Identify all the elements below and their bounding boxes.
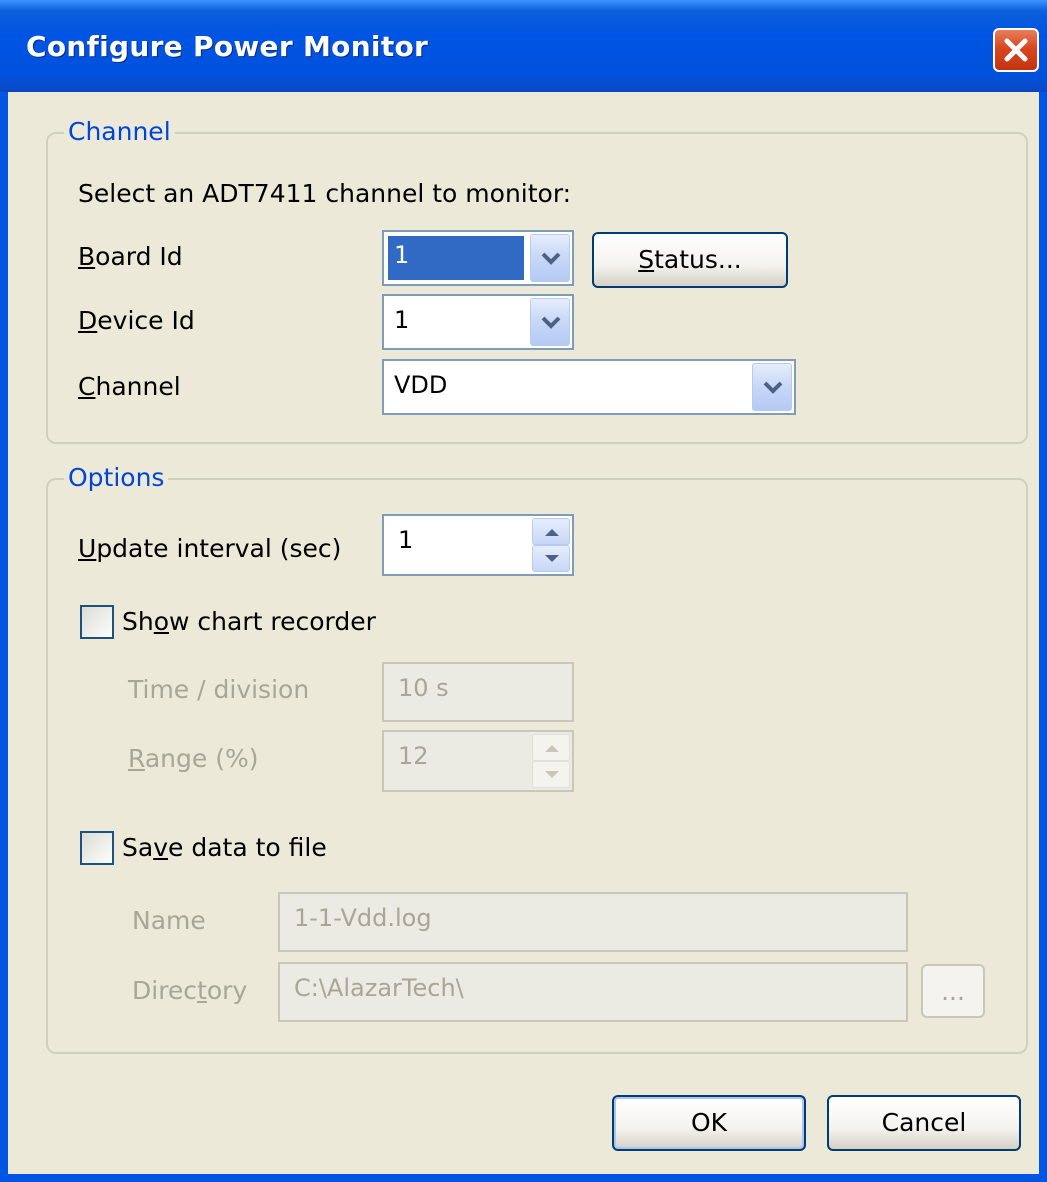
chevron-up-icon	[545, 744, 559, 752]
show-chart-label[interactable]: Show chart recorder	[122, 607, 376, 636]
update-interval-label: Update interval (sec)	[78, 534, 342, 563]
show-chart-checkbox[interactable]	[80, 605, 114, 639]
browse-button: ...	[921, 964, 985, 1018]
dialog-window: Configure Power Monitor Channel Select a…	[0, 0, 1047, 1182]
range-spinbox: 12	[382, 730, 574, 792]
range-down-button	[532, 761, 570, 788]
chevron-down-icon	[541, 316, 561, 329]
range-value: 12	[398, 742, 429, 770]
range-label: Range (%)	[128, 744, 259, 773]
file-name-value: 1-1-Vdd.log	[294, 904, 432, 932]
channel-instruction: Select an ADT7411 channel to monitor:	[78, 179, 572, 208]
title-bar[interactable]: Configure Power Monitor	[0, 0, 1047, 92]
device-id-label: Device Id	[78, 306, 195, 335]
window-title: Configure Power Monitor	[26, 30, 429, 63]
options-group-legend: Options	[64, 463, 169, 492]
chevron-down-icon	[545, 770, 559, 778]
directory-field: C:\AlazarTech\	[278, 962, 908, 1022]
save-data-checkbox[interactable]	[80, 831, 114, 865]
dialog-body: Channel Select an ADT7411 channel to mon…	[8, 92, 1039, 1174]
save-data-label[interactable]: Save data to file	[122, 833, 327, 862]
device-id-dropdown-button[interactable]	[530, 298, 570, 346]
time-division-value: 10 s	[398, 674, 449, 702]
chevron-up-icon	[545, 528, 559, 536]
update-interval-down-button[interactable]	[532, 545, 570, 572]
ok-button[interactable]: OK	[612, 1095, 806, 1151]
file-name-field: 1-1-Vdd.log	[278, 892, 908, 952]
device-id-combo[interactable]: 1	[382, 294, 574, 350]
board-id-dropdown-button[interactable]	[530, 234, 570, 282]
update-interval-spinbox[interactable]: 1	[382, 514, 574, 576]
file-name-label: Name	[132, 906, 206, 935]
board-id-combo[interactable]: 1	[382, 230, 574, 286]
close-icon	[1004, 38, 1028, 62]
time-division-label: Time / division	[128, 675, 310, 704]
chevron-down-icon	[541, 252, 561, 265]
board-id-value: 1	[388, 236, 524, 280]
close-button[interactable]	[993, 28, 1039, 72]
directory-label: Directory	[132, 976, 248, 1005]
board-id-label: Board Id	[78, 242, 183, 271]
channel-label: Channel	[78, 372, 181, 401]
range-up-button	[532, 734, 570, 761]
time-division-field: 10 s	[382, 662, 574, 722]
channel-group-legend: Channel	[64, 117, 175, 146]
channel-value: VDD	[394, 371, 448, 399]
update-interval-value: 1	[398, 526, 414, 554]
chevron-down-icon	[763, 381, 783, 394]
chevron-down-icon	[545, 554, 559, 562]
cancel-button[interactable]: Cancel	[827, 1095, 1021, 1151]
status-button[interactable]: Status...	[592, 232, 788, 288]
update-interval-up-button[interactable]	[532, 518, 570, 545]
channel-combo[interactable]: VDD	[382, 359, 796, 415]
directory-value: C:\AlazarTech\	[294, 974, 464, 1002]
channel-dropdown-button[interactable]	[752, 363, 792, 411]
device-id-value: 1	[394, 306, 410, 334]
